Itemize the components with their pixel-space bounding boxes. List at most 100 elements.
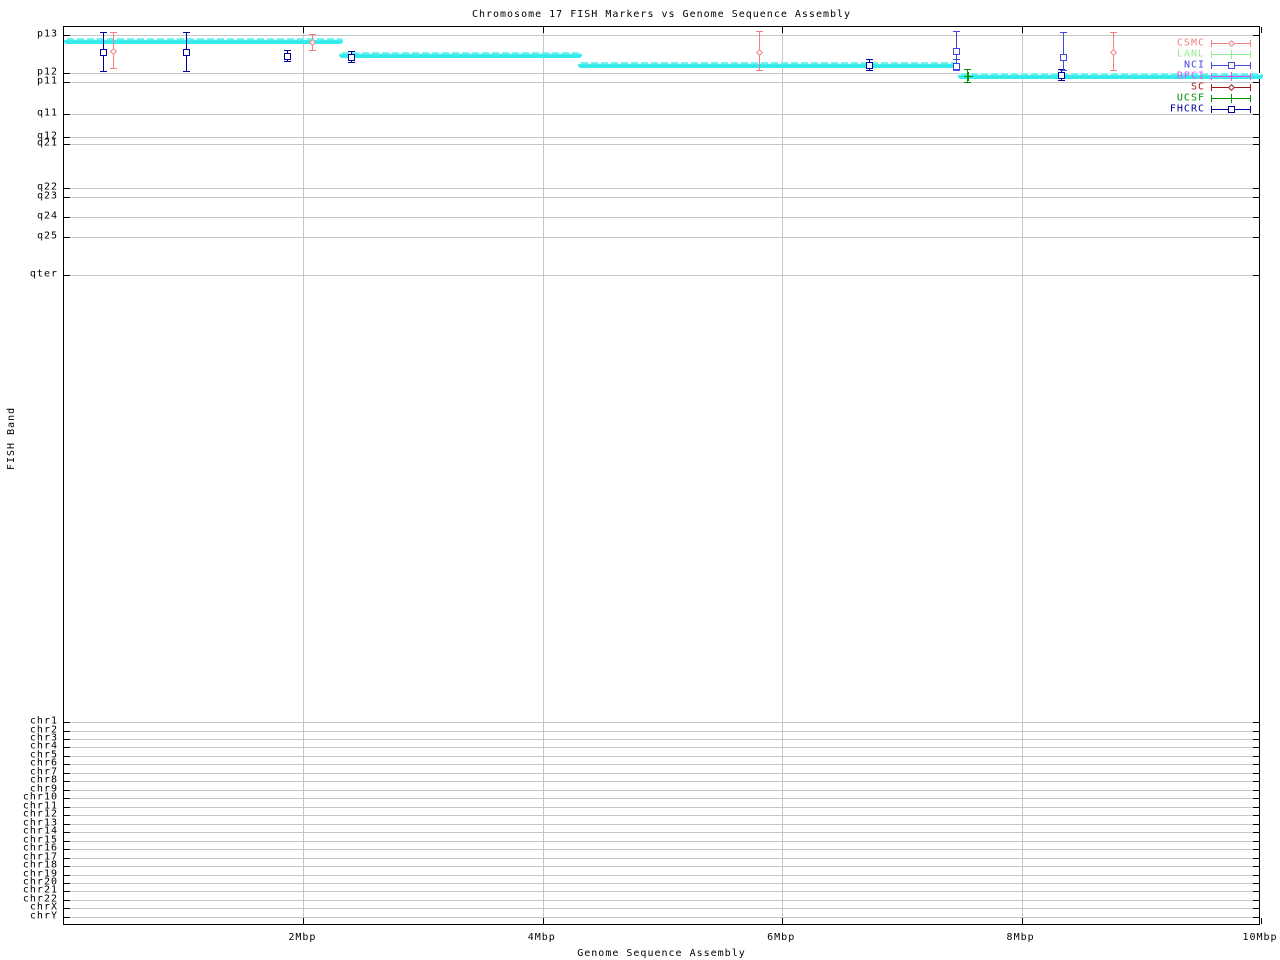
ytick-right-q25	[1253, 237, 1259, 238]
ytick-left-chr9	[64, 790, 70, 791]
gridline-chr8	[64, 781, 1259, 782]
ytick-left-chr16	[64, 849, 70, 850]
xtick-top-4Mbp	[542, 27, 544, 33]
ytick-right-chr9	[1253, 790, 1259, 791]
ytick-right-chr18	[1253, 866, 1259, 867]
legend-entry-csmc: CSMC	[0, 38, 1280, 54]
ytick-left-chr22	[64, 900, 70, 901]
xtick-bottom-10Mbp	[1261, 918, 1262, 924]
ytick-left-chr4	[64, 747, 70, 748]
ytick-right-chr7	[1253, 773, 1259, 774]
legend-entry-rpci: RPCI	[0, 71, 1280, 87]
legend-label-ucsf: UCSF	[1176, 92, 1205, 104]
gridline-chr1	[64, 722, 1259, 723]
gridline-chr10	[64, 798, 1259, 799]
legend-sample-fhcrc	[1211, 105, 1251, 114]
legend-label-csmc: CSMC	[1176, 37, 1205, 49]
ytick-right-q23	[1253, 197, 1259, 198]
gridline-chr18	[64, 866, 1259, 867]
ytick-left-chrY	[64, 917, 70, 918]
xtick-top-10Mbp	[1261, 27, 1262, 33]
ytick-left-chr1	[64, 722, 70, 723]
ytick-right-chr15	[1253, 841, 1259, 842]
ytick-left-chr10	[64, 798, 70, 799]
ytick-left-chr21	[64, 891, 70, 892]
y-tick-label-p13: p13	[36, 28, 58, 40]
legend-sample-sc	[1211, 83, 1251, 92]
ytick-left-chr3	[64, 739, 70, 740]
legend-label-fhcrc: FHCRC	[1169, 103, 1205, 115]
ytick-right-chr17	[1253, 858, 1259, 859]
gridline-chr7	[64, 773, 1259, 774]
legend-label-nci: NCI	[1183, 59, 1205, 71]
xtick-top-8Mbp	[1021, 27, 1023, 33]
ytick-left-chr6	[64, 764, 70, 765]
plot-area	[63, 26, 1264, 925]
legend-entry-fhcrc: FHCRC	[0, 104, 1280, 120]
gridline-chr20	[64, 883, 1259, 884]
ytick-right-chr16	[1253, 849, 1259, 850]
ytick-right-chr14	[1253, 832, 1259, 833]
x-tick-label-4Mbp: 4Mbp	[527, 932, 556, 943]
xtick-bottom-4Mbp	[542, 918, 544, 924]
legend-label-rpci: RPCI	[1176, 70, 1205, 82]
ytick-right-p13	[1253, 35, 1259, 36]
ytick-left-chrX	[64, 908, 70, 909]
gridline-chr14	[64, 832, 1259, 833]
ytick-left-chr17	[64, 858, 70, 859]
gridline-chr3	[64, 739, 1259, 740]
ytick-left-chr5	[64, 756, 70, 757]
gridline-2Mbp	[303, 27, 305, 924]
legend-sample-csmc	[1211, 39, 1251, 48]
legend-entry-nci: NCI	[0, 60, 1280, 76]
gridline-q21	[64, 144, 1259, 145]
gridline-chr4	[64, 747, 1259, 748]
gridline-chr12	[64, 815, 1259, 816]
ytick-right-chr19	[1253, 875, 1259, 876]
y-tick-label-q24: q24	[36, 210, 58, 222]
x-tick-label-10Mbp: 10Mbp	[1242, 932, 1278, 943]
legend-sample-rpci	[1211, 72, 1251, 81]
gridline-p13	[64, 35, 1259, 36]
gridline-q23	[64, 197, 1259, 198]
ytick-right-chrX	[1253, 908, 1259, 909]
legend-sample-lanl	[1211, 50, 1251, 59]
legend-entry-sc: SC	[0, 82, 1280, 98]
ytick-left-q21	[64, 144, 70, 145]
xtick-bottom-8Mbp	[1021, 918, 1023, 924]
legend-sample-nci	[1211, 61, 1251, 70]
ytick-left-chr18	[64, 866, 70, 867]
gridline-6Mbp	[782, 27, 784, 924]
x-tick-label-2Mbp: 2Mbp	[288, 932, 317, 943]
x-tick-label-6Mbp: 6Mbp	[767, 932, 796, 943]
ytick-left-p13	[64, 35, 70, 36]
ytick-left-chr14	[64, 832, 70, 833]
ytick-right-q24	[1253, 217, 1259, 218]
ytick-right-chr6	[1253, 764, 1259, 765]
ytick-right-chr13	[1253, 824, 1259, 825]
gridline-chr6	[64, 764, 1259, 765]
ytick-right-chr8	[1253, 781, 1259, 782]
y-axis-title: FISH Band	[6, 406, 17, 470]
ytick-left-q23	[64, 197, 70, 198]
ytick-left-chr19	[64, 875, 70, 876]
legend-sample-ucsf	[1211, 94, 1251, 103]
ytick-left-chr15	[64, 841, 70, 842]
gridline-chr2	[64, 731, 1259, 732]
gridline-chr11	[64, 807, 1259, 808]
ytick-left-qter	[64, 275, 70, 276]
legend-entry-ucsf: UCSF	[0, 93, 1280, 109]
ytick-right-q12	[1253, 137, 1259, 138]
gridline-chr13	[64, 824, 1259, 825]
legend-label-lanl: LANL	[1176, 48, 1205, 60]
x-tick-label-8Mbp: 8Mbp	[1006, 932, 1035, 943]
ytick-left-q22	[64, 188, 70, 189]
ytick-right-chr1	[1253, 722, 1259, 723]
xtick-bottom-6Mbp	[782, 918, 784, 924]
chart-canvas: Chromosome 17 FISH Markers vs Genome Seq…	[0, 0, 1280, 960]
ytick-right-chr21	[1253, 891, 1259, 892]
ytick-right-qter	[1253, 275, 1259, 276]
legend-entry-lanl: LANL	[0, 49, 1280, 65]
x-axis-title: Genome Sequence Assembly	[577, 948, 746, 959]
xtick-top-6Mbp	[782, 27, 784, 33]
